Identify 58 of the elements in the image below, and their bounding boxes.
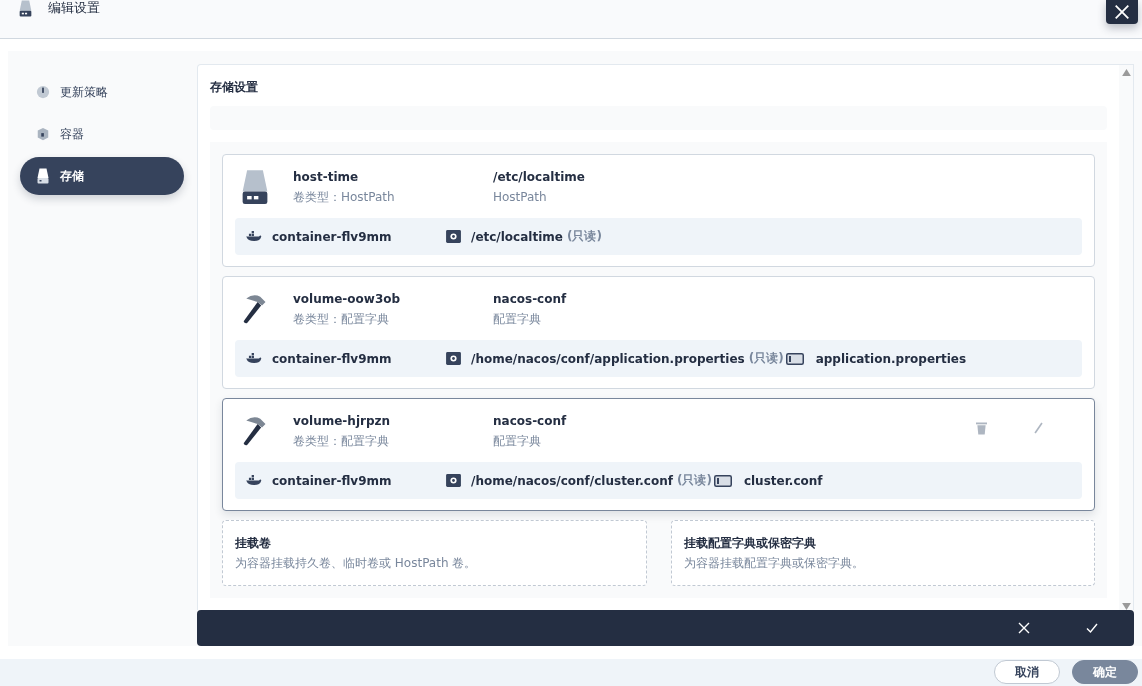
file-icon xyxy=(785,352,804,365)
container-name: container-flv9mm xyxy=(272,350,393,368)
cancel-button[interactable]: 取消 xyxy=(994,660,1060,684)
source-type: 配置字典 xyxy=(493,433,542,450)
container-name: container-flv9mm xyxy=(272,228,393,246)
scroll-up-icon[interactable] xyxy=(1121,69,1131,76)
read-only-label: (只读) xyxy=(676,472,712,489)
gear-icon xyxy=(446,230,461,243)
whale-icon xyxy=(245,231,262,242)
cancel-icon[interactable] xyxy=(1018,622,1030,634)
disk-icon xyxy=(36,168,50,184)
source-type: HostPath xyxy=(493,189,548,206)
disk-icon xyxy=(241,169,269,205)
section-title: 存储设置 xyxy=(210,79,259,96)
whale-icon xyxy=(245,353,262,364)
mount-path: /etc/localtime xyxy=(471,228,563,246)
volume-type: 卷类型：配置字典 xyxy=(293,433,390,450)
delete-icon[interactable] xyxy=(976,421,987,435)
gear-icon xyxy=(446,474,461,487)
close-button[interactable] xyxy=(1106,0,1138,24)
close-icon xyxy=(1113,3,1131,21)
sub-path: cluster.conf xyxy=(743,472,823,490)
mount-path: /home/nacos/conf/application.properties xyxy=(471,350,745,368)
confirm-icon[interactable] xyxy=(1086,622,1098,634)
file-icon xyxy=(713,474,732,487)
volume-type: 卷类型：HostPath xyxy=(293,189,396,206)
volume-name: volume-oow3ob xyxy=(293,291,402,308)
cube-icon xyxy=(36,126,50,142)
sidebar-item[interactable]: 容器 xyxy=(20,115,184,153)
option-description: 为容器挂载持久卷、临时卷或 HostPath 卷。 xyxy=(235,555,478,572)
sidebar-item[interactable]: 存储 xyxy=(20,157,184,195)
volume-type: 卷类型：配置字典 xyxy=(293,311,390,328)
sidebar-item[interactable]: 更新策略 xyxy=(20,73,184,111)
gauge-icon xyxy=(36,84,50,100)
sub-path: application.properties xyxy=(815,350,967,368)
whale-icon xyxy=(245,475,262,486)
mount-path: /home/nacos/conf/cluster.conf xyxy=(471,472,673,490)
option-title: 挂载卷 xyxy=(235,535,272,552)
container-name: container-flv9mm xyxy=(272,472,393,490)
read-only-label: (只读) xyxy=(566,228,602,245)
option-description: 为容器挂载配置字典或保密字典。 xyxy=(683,555,865,572)
dialog-title: 编辑设置 xyxy=(48,0,100,16)
volume-source: nacos-conf xyxy=(493,413,568,430)
volume-card[interactable]: volume-hjrpzn 卷类型：配置字典 nacos-conf 配置字典 container-flv9mm /home/nacos/conf/cluster.conf (只读) cluster.conf xyxy=(222,398,1095,511)
option-title: 挂载配置字典或保密字典 xyxy=(683,535,817,552)
add-option-card[interactable]: 挂载配置字典或保密字典 为容器挂载配置字典或保密字典。 xyxy=(670,520,1095,586)
volume-source: nacos-conf xyxy=(493,291,568,308)
add-option-card[interactable]: 挂载卷 为容器挂载持久卷、临时卷或 HostPath 卷。 xyxy=(222,520,647,586)
volume-card[interactable]: host-time 卷类型：HostPath /etc/localtime HostPath container-flv9mm /etc/localtime (只读) xyxy=(222,154,1095,267)
volume-name: host-time xyxy=(293,169,360,186)
confirm-button[interactable]: 确定 xyxy=(1072,660,1138,684)
source-type: 配置字典 xyxy=(493,311,542,328)
volume-source: /etc/localtime xyxy=(493,169,586,186)
volume-name: volume-hjrpzn xyxy=(293,413,392,430)
edit-icon[interactable] xyxy=(1033,421,1044,435)
gear-icon xyxy=(446,352,461,365)
volume-card[interactable]: volume-oow3ob 卷类型：配置字典 nacos-conf 配置字典 container-flv9mm /home/nacos/conf/application.properties (只读) application.properties xyxy=(222,276,1095,389)
read-only-label: (只读) xyxy=(748,350,784,367)
